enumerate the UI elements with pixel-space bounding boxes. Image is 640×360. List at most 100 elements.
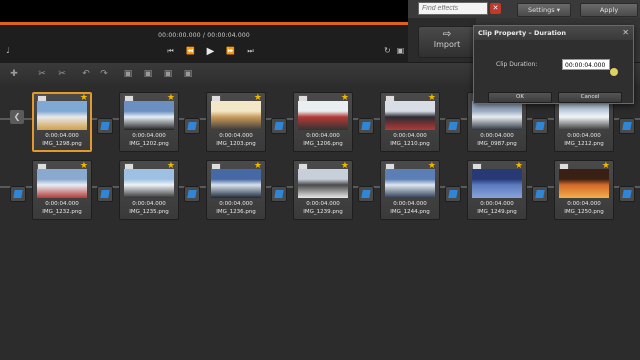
transition-slot[interactable] [445,186,461,202]
transition-slot[interactable] [358,186,374,202]
clip-filename: IMG_1244.png [390,209,430,215]
clip-thumbnail[interactable]: ★ 0:00:04.000 IMG_1236.png [206,160,266,220]
playback-progress-bar[interactable] [0,22,408,25]
skip-to-end-button[interactable]: ⏭ [246,47,255,56]
transition-slot[interactable] [445,118,461,134]
clip-duration: 0:00:04.000 [567,201,601,207]
clip-image [385,169,435,198]
clip-filename: IMG_1206.png [303,141,343,147]
fast-forward-button[interactable]: ⏩ [226,47,235,56]
transition-icon [361,190,371,198]
import-icon: ⇨ [442,29,452,40]
play-button[interactable]: ▶ [206,46,215,57]
split-icon[interactable]: ✂ [56,68,68,80]
clip-image [559,169,609,198]
rotate-right-icon[interactable]: ↷ [98,68,110,80]
clip-filename: IMG_1212.png [564,141,604,147]
clip-thumbnail[interactable]: ★ 0:00:04.000 IMG_1232.png [32,160,92,220]
close-icon[interactable]: ✕ [622,28,629,37]
cut-icon[interactable]: ✂ [36,68,48,80]
clip-thumbnail[interactable]: ★ 0:00:04.000 IMG_1210.png [380,92,440,152]
transition-icon [187,122,197,130]
find-effects-input[interactable] [418,2,488,15]
clip-duration-label: Clip Duration: [496,61,538,68]
timecode-readout: 00:00:00.000 / 00:00:04.000 [158,32,250,39]
transition-slot[interactable] [358,118,374,134]
clip-thumbnail[interactable]: ★ 0:00:04.000 IMG_1202.png [119,92,179,152]
clip-image [298,169,348,198]
clip-filename: IMG_0987.png [477,141,517,147]
skip-to-start-button[interactable]: ⏮ [166,47,175,56]
cancel-button[interactable]: Cancel [558,92,622,103]
transition-slot[interactable] [97,118,113,134]
add-icon[interactable]: ✚ [8,68,20,80]
clip-thumbnail[interactable]: ★ 0:00:04.000 IMG_1249.png [467,160,527,220]
transition-slot[interactable] [532,118,548,134]
clip-duration-field[interactable]: 00:00:04.000 [562,59,610,70]
clip-duration: 0:00:04.000 [219,133,253,139]
clip-filename: IMG_1239.png [303,209,343,215]
clip-duration: 0:00:04.000 [480,133,514,139]
transition-slot[interactable] [10,186,26,202]
transition-slot[interactable] [271,118,287,134]
transition-slot[interactable] [271,186,287,202]
transition-icon [361,122,371,130]
clip-image [472,169,522,198]
clip-image [37,101,87,130]
clip-image [37,169,87,198]
ok-button[interactable]: OK [488,92,552,103]
transition-icon [535,122,545,130]
import-label: Import [433,40,461,49]
clip-filename: IMG_1236.png [216,209,256,215]
clip-image [124,169,174,198]
clip-duration: 0:00:04.000 [45,133,79,139]
transition-slot[interactable] [184,186,200,202]
photo-icon[interactable]: ▣ [162,68,174,80]
clip-thumbnail[interactable]: ★ 0:00:04.000 IMG_1239.png [293,160,353,220]
transition-icon [448,122,458,130]
photo-settings-icon[interactable]: ▣ [182,68,194,80]
clip-filename: IMG_1232.png [42,209,82,215]
clip-image [124,101,174,130]
settings-button[interactable]: Settings ▾ [517,3,571,17]
clip-filename: IMG_1202.png [129,141,169,147]
clip-duration: 0:00:04.000 [132,133,166,139]
transition-icon [100,122,110,130]
transport-controls: ⏮ ⏪ ▶ ⏩ ⏭ [166,45,255,57]
clip-duration: 0:00:04.000 [480,201,514,207]
fullscreen-icon[interactable]: ▣ [397,46,405,55]
import-button[interactable]: ⇨ Import [418,26,476,58]
transition-slot[interactable] [184,118,200,134]
clip-duration: 0:00:04.000 [567,133,601,139]
clip-icon[interactable]: ▣ [122,68,134,80]
scroll-left-button[interactable]: ❮ [10,110,24,124]
dialog-title: Clip Property – Duration [474,26,633,40]
loop-icon[interactable]: ↻ [384,46,391,55]
transition-slot[interactable] [532,186,548,202]
transition-icon [622,122,632,130]
progress-fill [0,22,408,25]
transition-slot[interactable] [619,186,635,202]
clip-filename: IMG_1298.png [42,141,82,147]
transition-icon [100,190,110,198]
clip-thumbnail[interactable]: ★ 0:00:04.000 IMG_1244.png [380,160,440,220]
clip-duration: 0:00:04.000 [393,201,427,207]
clip-duration: 0:00:04.000 [306,133,340,139]
apply-button[interactable]: Apply [580,3,638,17]
clear-search-button[interactable]: ✕ [490,3,501,14]
transition-icon [622,190,632,198]
rotate-left-icon[interactable]: ↶ [80,68,92,80]
clip-thumbnail[interactable]: ★ 0:00:04.000 IMG_1250.png [554,160,614,220]
clip-thumbnail[interactable]: ★ 0:00:04.000 IMG_1203.png [206,92,266,152]
clip-thumbnail[interactable]: ★ 0:00:04.000 IMG_1206.png [293,92,353,152]
clip-image [211,101,261,130]
transition-slot[interactable] [619,118,635,134]
clip-thumbnail[interactable]: ★ 0:00:04.000 IMG_1235.png [119,160,179,220]
volume-icon[interactable]: ♩ [6,46,10,55]
transition-icon [187,190,197,198]
transition-icon [448,190,458,198]
clip-settings-icon[interactable]: ▣ [142,68,154,80]
transition-slot[interactable] [97,186,113,202]
clip-thumbnail[interactable]: ★ 0:00:04.000 IMG_1298.png [32,92,92,152]
rewind-button[interactable]: ⏪ [186,47,195,56]
